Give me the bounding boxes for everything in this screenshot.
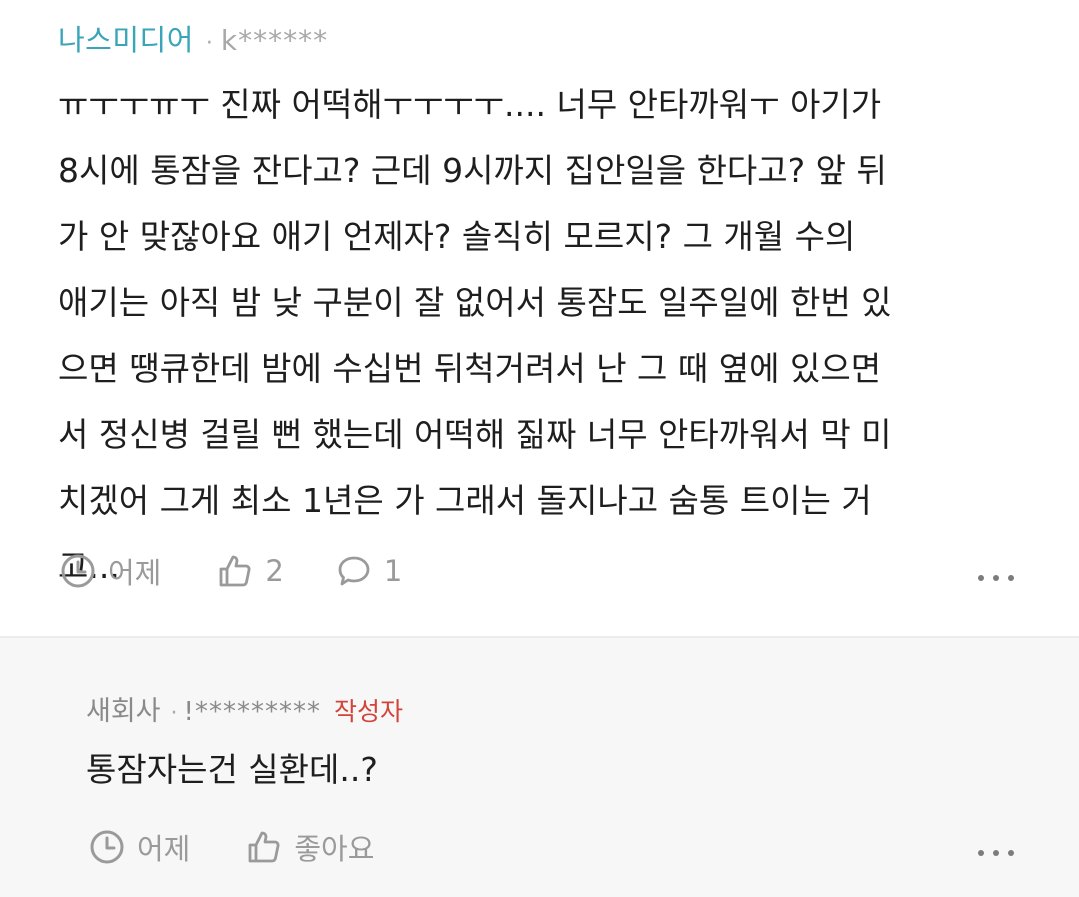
comment-body-line: 애기는 아직 밤 낮 구분이 잘 없어서 통잠도 일주일에 한번 있 (58, 283, 892, 322)
comment-body-line: 가 안 맞잖아요 애기 언제자? 솔직히 모르지? 그 개월 수의 (58, 217, 856, 256)
comment-body: ㅠㅜㅜㅠㅜ 진짜 어떡해ㅜㅜㅜㅜ.... 너무 안타까워ㅜ 아기가 8시에 통잠… (58, 72, 892, 600)
reply-header: 새회사 · !********* 작성자 (86, 689, 403, 728)
reply-time-label: 어제 (137, 832, 191, 866)
comment-time: 어제 (60, 550, 161, 592)
like-button[interactable]: 2 (217, 553, 284, 589)
author-badge: 작성자 (333, 697, 403, 726)
comment-body-line: 치겠어 그게 최소 1년은 가 그래서 돌지나고 숨통 트이는 거 (58, 481, 872, 520)
comment-item: 나스미디어 · k****** ㅠㅜㅜㅠㅜ 진짜 어떡해ㅜㅜㅜㅜ.... 너무 … (0, 0, 1079, 636)
reply-time: 어제 (89, 826, 190, 868)
comment-body-line: ㅠㅜㅜㅠㅜ 진짜 어떡해ㅜㅜㅜㅜ.... 너무 안타까워ㅜ 아기가 (58, 85, 882, 124)
comment-time-label: 어제 (108, 556, 162, 590)
reply-button[interactable]: 1 (336, 553, 402, 589)
thumbs-up-icon (219, 555, 251, 587)
reply-more-options-button[interactable] (978, 843, 1014, 863)
comment-body-line: 으면 땡큐한데 밤에 수십번 뒤척거려서 난 그 때 옆에 있으면 (58, 349, 882, 388)
comment-body-line: 서 정신병 걸릴 뻔 했는데 어떡해 짊짜 너무 안타까워서 막 미 (58, 415, 892, 454)
reply-actions: 어제 좋아요 (89, 827, 374, 867)
comment-user-id: k****** (220, 24, 329, 57)
like-count: 2 (265, 554, 284, 588)
comment-nickname[interactable]: 나스미디어 (58, 17, 194, 59)
thumbs-up-icon (248, 831, 280, 863)
clock-icon (61, 554, 95, 588)
more-icon (978, 850, 984, 856)
comment-body-line: 8시에 통잠을 잔다고? 근데 9시까지 집안일을 한다고? 앞 뒤 (58, 151, 887, 190)
more-options-button[interactable] (978, 568, 1014, 588)
reply-user-id: !********* (183, 697, 321, 727)
clock-icon (90, 830, 124, 864)
meta-separator: · (205, 31, 213, 56)
comment-actions: 어제 2 1 (60, 551, 402, 591)
speech-bubble-icon (338, 556, 370, 586)
reply-nickname[interactable]: 새회사 (86, 689, 161, 728)
meta-separator: · (170, 701, 178, 726)
reply-like-label: 좋아요 (294, 832, 375, 866)
reply-body: 통잠자는건 실환데..? (86, 750, 378, 789)
more-icon (978, 575, 984, 581)
reply-like-button[interactable]: 좋아요 (246, 826, 374, 868)
reply-count: 1 (383, 554, 403, 588)
comment-header: 나스미디어 · k****** (58, 17, 328, 57)
